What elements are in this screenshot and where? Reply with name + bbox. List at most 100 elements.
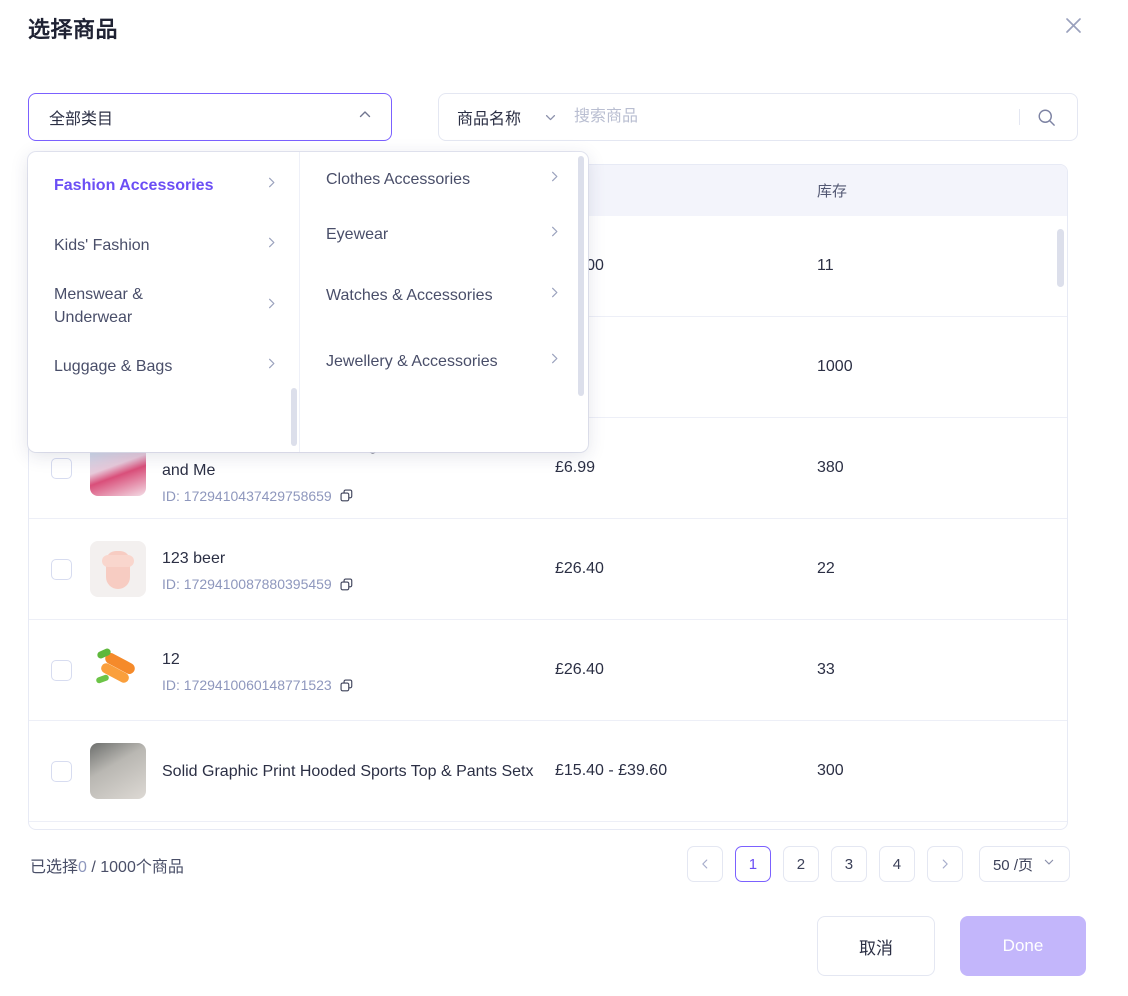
table-row[interactable]: 12 ID: 1729410060148771523 £26.40 33 [29,620,1067,721]
chevron-down-icon [1042,855,1056,873]
filter-bar: 全部类目 商品名称 [28,93,1068,141]
pagination: 1 2 3 4 50 /页 [687,846,1070,882]
category-level-2-scrollbar-thumb[interactable] [578,156,584,396]
cell-stock: 380 [817,459,1067,477]
chevron-right-icon [547,168,562,191]
column-header-price: 售价 [555,180,817,201]
table-row[interactable]: 123 beer ID: 1729410087880395459 £26.40 … [29,519,1067,620]
pagination-page-1[interactable]: 1 [735,846,771,882]
category-dropdown: Fashion Accessories Kids' Fashion Menswe… [28,152,588,452]
category-select-value: 全部类目 [49,105,113,129]
search-type-label[interactable]: 商品名称 [457,105,521,129]
page-size-label: 50 /页 [993,854,1033,875]
product-id: ID: 1729410060148771523 [162,677,354,693]
category-item-label: Fashion Accessories [54,174,213,197]
cell-price: £1 [555,358,817,376]
chevron-right-icon [264,295,279,318]
selection-count: 已选择0 / 1000个商品 [30,853,184,877]
pagination-page-3[interactable]: 3 [831,846,867,882]
baby-romper-thumbnail [90,541,146,597]
page-title: 选择商品 [28,12,118,44]
row-checkbox[interactable] [51,761,72,782]
search-box: 商品名称 [438,93,1078,141]
cell-stock: 300 [817,762,1067,780]
subcategory-item-jewellery-accessories[interactable]: Jewellery & Accessories [300,328,588,394]
carrot-thumbnail [90,642,146,698]
category-item-label: Luggage & Bags [54,355,172,378]
row-checkbox[interactable] [51,458,72,479]
search-icon[interactable] [1036,107,1057,128]
copy-icon[interactable] [339,678,354,693]
category-item-fashion-accessories[interactable]: Fashion Accessories [28,152,299,218]
product-id: ID: 1729410087880395459 [162,576,354,592]
pagination-prev-button[interactable] [687,846,723,882]
copy-icon[interactable] [339,488,354,503]
selected-count: 0 [78,859,87,876]
category-level-1-scrollbar-thumb[interactable] [291,388,297,446]
product-id: ID: 1729410437429758659 [162,488,555,504]
category-item-luggage-bags[interactable]: Luggage & Bags [28,339,299,394]
category-item-label: Menswear & Underwear [54,283,214,329]
cell-price: £26.40 [555,560,817,578]
cell-price: £26.40 [555,661,817,679]
row-checkbox[interactable] [51,559,72,580]
product-id-text: ID: 1729410087880395459 [162,576,332,592]
subcategory-item-label: Eyewear [326,223,388,246]
subcategory-item-label: Clothes Accessories [326,168,470,191]
category-item-label: Kids' Fashion [54,234,150,257]
sports-set-thumbnail [90,743,146,799]
subcategory-item-label: Watches & Accessories [326,284,493,307]
search-divider [1019,109,1020,125]
category-select[interactable]: 全部类目 [28,93,392,141]
chevron-down-icon[interactable] [543,110,558,125]
chevron-up-icon [357,107,373,128]
row-checkbox[interactable] [51,660,72,681]
selection-suffix: / 1000个商品 [87,859,184,876]
product-info: 12 ID: 1729410060148771523 [162,647,354,693]
category-level-2-column: Clothes Accessories Eyewear Watches & Ac… [300,152,588,452]
select-product-modal: 选择商品 全部类目 商品名称 [0,0,1128,996]
search-input[interactable] [572,107,1019,127]
cell-stock: 22 [817,560,1067,578]
product-name: 12 [162,651,180,668]
chevron-right-icon [547,284,562,307]
subcategory-item-watches-accessories[interactable]: Watches & Accessories [300,262,588,328]
column-header-stock: 库存 [817,180,1067,201]
done-button[interactable]: Done [960,916,1086,976]
selection-prefix: 已选择 [30,859,78,876]
modal-actions: 取消 Done [817,916,1086,976]
cell-stock: 33 [817,661,1067,679]
chevron-right-icon [264,234,279,257]
cancel-button[interactable]: 取消 [817,916,935,976]
pagination-next-button[interactable] [927,846,963,882]
chevron-right-icon [264,355,279,378]
close-icon[interactable] [1060,12,1086,38]
pagination-page-4[interactable]: 4 [879,846,915,882]
cell-price: £15.40 - £39.60 [555,762,817,780]
product-info: 123 beer ID: 1729410087880395459 [162,546,354,592]
category-level-1-column: Fashion Accessories Kids' Fashion Menswe… [28,152,300,452]
cell-stock: 1000 [817,358,1067,376]
cell-product: Solid Graphic Print Hooded Sports Top & … [29,743,555,799]
subcategory-item-eyewear[interactable]: Eyewear [300,207,588,262]
table-scrollbar-thumb[interactable] [1057,229,1064,287]
product-info: Solid Graphic Print Hooded Sports Top & … [162,759,533,784]
chevron-right-icon [547,223,562,246]
product-id-text: ID: 1729410060148771523 [162,677,332,693]
product-id-text: ID: 1729410437429758659 [162,488,332,504]
subcategory-item-clothes-accessories[interactable]: Clothes Accessories [300,152,588,207]
category-item-menswear-underwear[interactable]: Menswear & Underwear [28,273,299,339]
page-size-select[interactable]: 50 /页 [979,846,1070,882]
chevron-right-icon [547,350,562,373]
cell-stock: 11 [817,257,1067,275]
cell-product: 123 beer ID: 1729410087880395459 [29,541,555,597]
subcategory-item-label: Jewellery & Accessories [326,350,498,373]
category-item-kids-fashion[interactable]: Kids' Fashion [28,218,299,273]
pagination-page-2[interactable]: 2 [783,846,819,882]
chevron-right-icon [264,174,279,197]
table-row[interactable]: Solid Graphic Print Hooded Sports Top & … [29,721,1067,822]
cell-product: 12 ID: 1729410060148771523 [29,642,555,698]
table-scrollbar-track[interactable] [1057,217,1064,829]
product-name: Solid Graphic Print Hooded Sports Top & … [162,763,533,780]
copy-icon[interactable] [339,577,354,592]
